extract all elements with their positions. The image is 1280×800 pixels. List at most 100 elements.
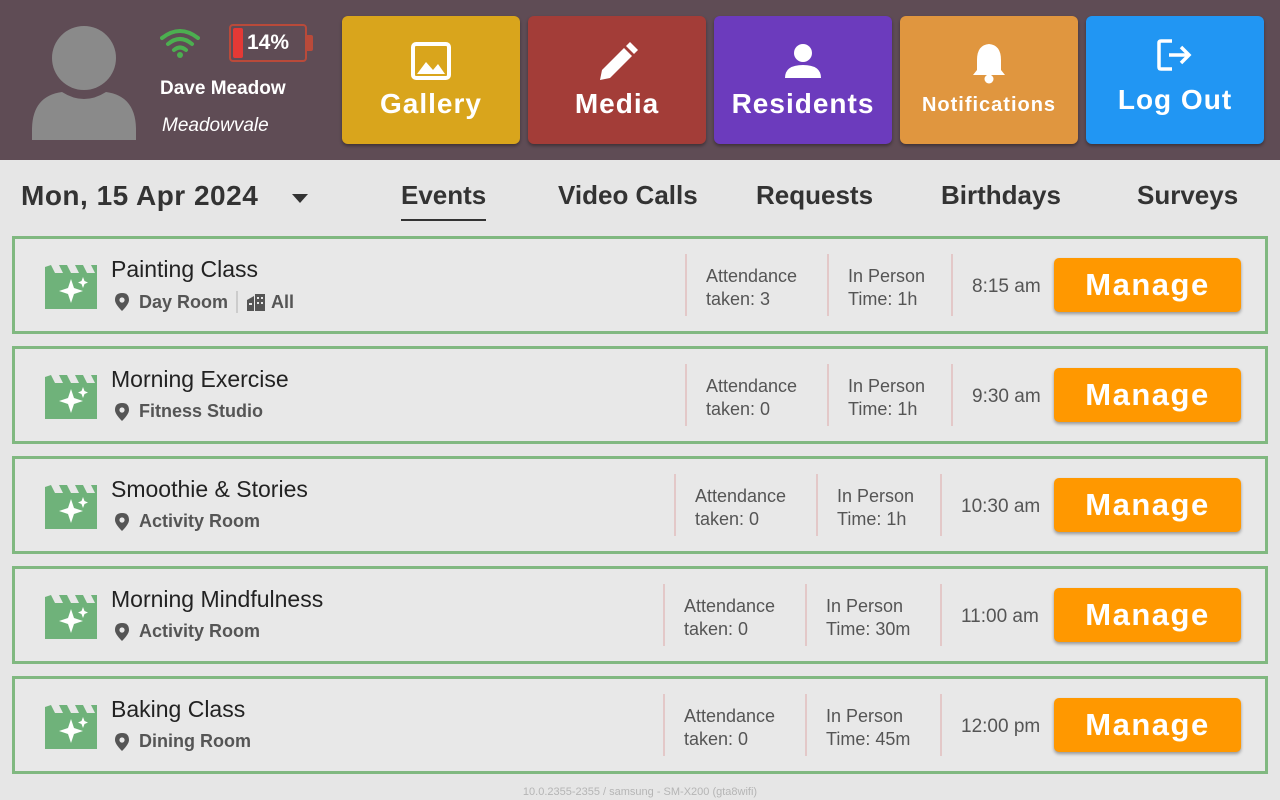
map-pin-icon [115, 293, 129, 311]
divider [816, 474, 818, 536]
date-selector[interactable]: Mon, 15 Apr 2024 [21, 180, 258, 212]
event-title: Morning Mindfulness [111, 586, 324, 612]
tab-events[interactable]: Events [401, 180, 486, 211]
user-site: Meadowvale [162, 115, 269, 136]
map-pin-icon [115, 622, 129, 641]
attendance-info: Attendance taken: 0 [684, 595, 775, 641]
caret-down-icon[interactable] [290, 190, 310, 206]
event-card: Smoothie & Stories Activity Room Attenda… [12, 456, 1268, 554]
notifications-label: Notifications [921, 94, 1057, 116]
event-audience-label: All [271, 291, 295, 312]
event-title: Painting Class [111, 256, 259, 282]
notifications-button[interactable]: Notifications [900, 16, 1078, 144]
event-duration: Time: 30m [826, 619, 911, 639]
event-location: Dining Room [111, 731, 251, 752]
event-location: Day Room All [111, 291, 294, 313]
event-duration: Time: 1h [837, 509, 907, 529]
mode-info: In Person Time: 1h [837, 485, 914, 531]
map-pin-icon [115, 402, 129, 421]
event-time: 11:00 am [961, 606, 1039, 627]
mode-info: In Person Time: 1h [848, 265, 925, 311]
film-sparkle-icon [45, 705, 97, 749]
mode-info: In Person Time: 1h [848, 375, 925, 421]
event-time: 8:15 am [972, 276, 1041, 297]
gallery-button[interactable]: Gallery [342, 16, 520, 144]
event-duration: Time: 1h [848, 399, 918, 419]
event-card: Painting Class Day Room All Attendance t… [12, 236, 1268, 334]
divider [674, 474, 676, 536]
divider [827, 364, 829, 426]
media-button[interactable]: Media [528, 16, 706, 144]
event-time: 9:30 am [972, 386, 1041, 407]
event-mode: In Person [826, 706, 904, 726]
attendance-value: taken: 3 [706, 289, 771, 309]
attendance-label: Attendance [684, 706, 776, 726]
logout-button[interactable]: Log Out [1086, 16, 1264, 144]
divider [951, 254, 953, 316]
event-location: Activity Room [111, 511, 260, 532]
attendance-value: taken: 0 [684, 729, 749, 749]
attendance-label: Attendance [695, 486, 787, 506]
tab-events-underline [401, 219, 486, 221]
media-label: Media [574, 88, 660, 119]
event-title: Baking Class [111, 696, 246, 722]
event-time: 12:00 pm [961, 716, 1041, 737]
person-icon [785, 44, 821, 78]
battery-percent: 14% [246, 31, 290, 54]
event-location: Fitness Studio [111, 401, 263, 422]
event-location-label: Fitness Studio [139, 401, 264, 421]
tab-surveys[interactable]: Surveys [1137, 180, 1238, 211]
divider [805, 584, 807, 646]
event-location-label: Day Room [139, 291, 229, 312]
battery-indicator: 14% [229, 24, 313, 62]
event-card: Morning Exercise Fitness Studio Attendan… [12, 346, 1268, 444]
mode-info: In Person Time: 30m [826, 595, 910, 641]
attendance-value: taken: 0 [706, 399, 771, 419]
film-sparkle-icon [45, 265, 97, 309]
divider [805, 694, 807, 756]
logout-label: Log Out [1117, 84, 1233, 115]
event-mode: In Person [848, 266, 926, 286]
residents-button[interactable]: Residents [714, 16, 892, 144]
divider [940, 584, 942, 646]
logout-icon [1157, 39, 1192, 71]
user-name: Dave Meadow [160, 78, 286, 99]
tab-birthdays[interactable]: Birthdays [941, 180, 1061, 211]
film-sparkle-icon [45, 485, 97, 529]
divider [685, 254, 687, 316]
map-pin-icon [115, 732, 129, 751]
tab-requests[interactable]: Requests [756, 180, 873, 211]
divider [940, 474, 942, 536]
manage-button[interactable]: Manage [1054, 368, 1241, 422]
bell-icon [973, 44, 1005, 84]
version-footer: 10.0.2355-2355 / samsung - SM-X200 (gta8… [522, 786, 758, 798]
tab-video-calls[interactable]: Video Calls [558, 180, 698, 211]
divider [827, 254, 829, 316]
attendance-label: Attendance [706, 376, 798, 396]
building-icon [247, 294, 266, 311]
event-duration: Time: 45m [826, 729, 911, 749]
event-mode: In Person [837, 486, 915, 506]
event-location-label: Activity Room [139, 621, 261, 641]
wifi-icon [160, 29, 200, 58]
event-title: Morning Exercise [111, 366, 289, 392]
event-location-label: Activity Room [139, 511, 261, 531]
manage-button[interactable]: Manage [1054, 698, 1241, 752]
manage-button[interactable]: Manage [1054, 478, 1241, 532]
attendance-value: taken: 0 [695, 509, 760, 529]
manage-button[interactable]: Manage [1054, 588, 1241, 642]
manage-button[interactable]: Manage [1054, 258, 1241, 312]
residents-label: Residents [731, 88, 875, 119]
attendance-label: Attendance [706, 266, 798, 286]
film-sparkle-icon [45, 375, 97, 419]
event-mode: In Person [848, 376, 926, 396]
avatar [32, 26, 136, 140]
divider [940, 694, 942, 756]
image-icon [411, 42, 451, 80]
film-sparkle-icon [45, 595, 97, 639]
divider [951, 364, 953, 426]
top-header: 14% Dave Meadow Meadowvale Gallery Media… [0, 0, 1280, 160]
divider [236, 291, 239, 313]
event-location: Activity Room [111, 621, 260, 642]
event-duration: Time: 1h [848, 289, 918, 309]
